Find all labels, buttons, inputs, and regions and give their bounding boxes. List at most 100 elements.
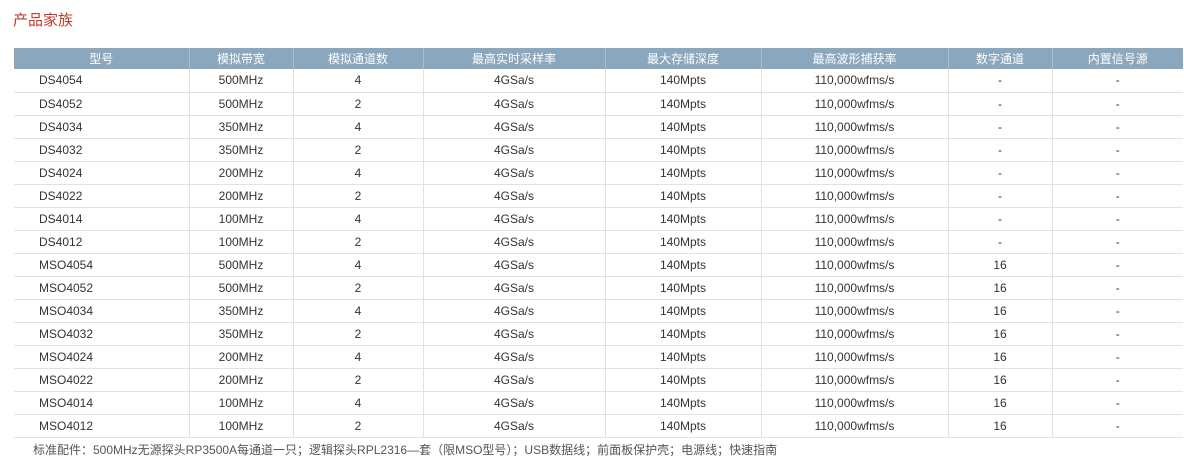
column-header-model: 型号 [14,48,190,69]
table-row: DS4054 500MHz 4 4GSa/s 140Mpts 110,000wfms/s -… [14,69,1183,93]
cell-sample-rate: 4GSa/s [423,299,606,323]
column-header-sample-rate: 最高实时采样率 [423,48,606,69]
table-row: DS4014 100MHz 4 4GSa/s 140Mpts 110,000wfms/s -… [14,207,1183,231]
table-row: MSO4032 350MHz 2 4GSa/s 140Mpts 110,000wfms/s… [14,322,1183,346]
cell-memory-depth: 140Mpts [605,230,762,254]
cell-signal-source: - [1052,414,1183,438]
cell-analog-channels: 2 [293,138,424,162]
cell-memory-depth: 140Mpts [605,161,762,185]
cell-analog-channels: 4 [293,161,424,185]
column-header-digital-channels: 数字通道 [948,48,1053,69]
cell-signal-source: - [1052,207,1183,231]
table-row: DS4012 100MHz 2 4GSa/s 140Mpts 110,000wfms/s -… [14,230,1183,254]
cell-sample-rate: 4GSa/s [423,115,606,139]
cell-sample-rate: 4GSa/s [423,276,606,300]
cell-analog-channels: 4 [293,69,424,93]
cell-model: DS4052 [14,92,190,116]
cell-digital-channels: - [948,69,1053,93]
cell-sample-rate: 4GSa/s [423,391,606,415]
cell-waveform-rate: 110,000wfms/s [761,92,949,116]
cell-bandwidth: 500MHz [189,276,294,300]
cell-memory-depth: 140Mpts [605,322,762,346]
cell-analog-channels: 4 [293,115,424,139]
cell-memory-depth: 140Mpts [605,92,762,116]
cell-model: MSO4014 [14,391,190,415]
cell-waveform-rate: 110,000wfms/s [761,345,949,369]
table-row: MSO4022 200MHz 2 4GSa/s 140Mpts 110,000wfms/s… [14,368,1183,392]
cell-waveform-rate: 110,000wfms/s [761,207,949,231]
cell-waveform-rate: 110,000wfms/s [761,138,949,162]
table-row: MSO4014 100MHz 4 4GSa/s 140Mpts 110,000wfms/s… [14,391,1183,415]
cell-sample-rate: 4GSa/s [423,368,606,392]
cell-waveform-rate: 110,000wfms/s [761,184,949,208]
cell-waveform-rate: 110,000wfms/s [761,322,949,346]
cell-sample-rate: 4GSa/s [423,161,606,185]
column-header-analog-channels: 模拟通道数 [293,48,424,69]
cell-model: DS4034 [14,115,190,139]
cell-sample-rate: 4GSa/s [423,207,606,231]
product-family-table: 型号 模拟带宽 模拟通道数 最高实时采样率 最大存储深度 最高波形捕获率 数字通… [14,48,1183,438]
cell-digital-channels: - [948,92,1053,116]
cell-waveform-rate: 110,000wfms/s [761,391,949,415]
cell-memory-depth: 140Mpts [605,368,762,392]
cell-bandwidth: 500MHz [189,92,294,116]
table-row: MSO4012 100MHz 2 4GSa/s 140Mpts 110,000wfms/s… [14,414,1183,438]
cell-analog-channels: 4 [293,299,424,323]
cell-memory-depth: 140Mpts [605,115,762,139]
cell-model: DS4022 [14,184,190,208]
cell-bandwidth: 350MHz [189,299,294,323]
cell-signal-source: - [1052,92,1183,116]
cell-bandwidth: 200MHz [189,345,294,369]
cell-model: MSO4034 [14,299,190,323]
cell-signal-source: - [1052,345,1183,369]
cell-waveform-rate: 110,000wfms/s [761,115,949,139]
cell-model: DS4012 [14,230,190,254]
cell-bandwidth: 100MHz [189,414,294,438]
cell-signal-source: - [1052,161,1183,185]
cell-waveform-rate: 110,000wfms/s [761,299,949,323]
cell-signal-source: - [1052,138,1183,162]
cell-bandwidth: 200MHz [189,161,294,185]
cell-sample-rate: 4GSa/s [423,92,606,116]
table-header-row: 型号 模拟带宽 模拟通道数 最高实时采样率 最大存储深度 最高波形捕获率 数字通… [14,48,1183,69]
cell-digital-channels: - [948,138,1053,162]
cell-waveform-rate: 110,000wfms/s [761,161,949,185]
cell-memory-depth: 140Mpts [605,276,762,300]
cell-signal-source: - [1052,276,1183,300]
cell-waveform-rate: 110,000wfms/s [761,69,949,93]
cell-digital-channels: - [948,184,1053,208]
cell-memory-depth: 140Mpts [605,253,762,277]
cell-memory-depth: 140Mpts [605,299,762,323]
standard-accessories-note: 标准配件：500MHz无源探头RP3500A每通道一只；逻辑探头RPL2316—… [33,443,778,457]
cell-memory-depth: 140Mpts [605,69,762,93]
cell-analog-channels: 2 [293,92,424,116]
cell-analog-channels: 2 [293,184,424,208]
cell-analog-channels: 4 [293,391,424,415]
cell-model: MSO4032 [14,322,190,346]
cell-sample-rate: 4GSa/s [423,69,606,93]
cell-memory-depth: 140Mpts [605,391,762,415]
table-row: MSO4052 500MHz 2 4GSa/s 140Mpts 110,000wfms/s… [14,276,1183,300]
cell-digital-channels: - [948,230,1053,254]
cell-digital-channels: 16 [948,299,1053,323]
column-header-memory-depth: 最大存储深度 [605,48,762,69]
cell-bandwidth: 350MHz [189,138,294,162]
column-header-signal-source: 内置信号源 [1087,52,1148,66]
cell-waveform-rate: 110,000wfms/s [761,276,949,300]
cell-digital-channels: 16 [948,391,1053,415]
cell-digital-channels: - [948,207,1053,231]
cell-sample-rate: 4GSa/s [423,184,606,208]
cell-analog-channels: 2 [293,368,424,392]
cell-bandwidth: 100MHz [189,230,294,254]
cell-digital-channels: 16 [948,368,1053,392]
cell-signal-source: - [1052,391,1183,415]
cell-model: MSO4054 [14,253,190,277]
cell-sample-rate: 4GSa/s [423,322,606,346]
cell-analog-channels: 2 [293,276,424,300]
cell-signal-source: - [1052,322,1183,346]
cell-signal-source: - [1052,69,1183,93]
cell-memory-depth: 140Mpts [605,184,762,208]
cell-bandwidth: 500MHz [189,253,294,277]
cell-signal-source: - [1052,368,1183,392]
cell-memory-depth: 140Mpts [605,345,762,369]
